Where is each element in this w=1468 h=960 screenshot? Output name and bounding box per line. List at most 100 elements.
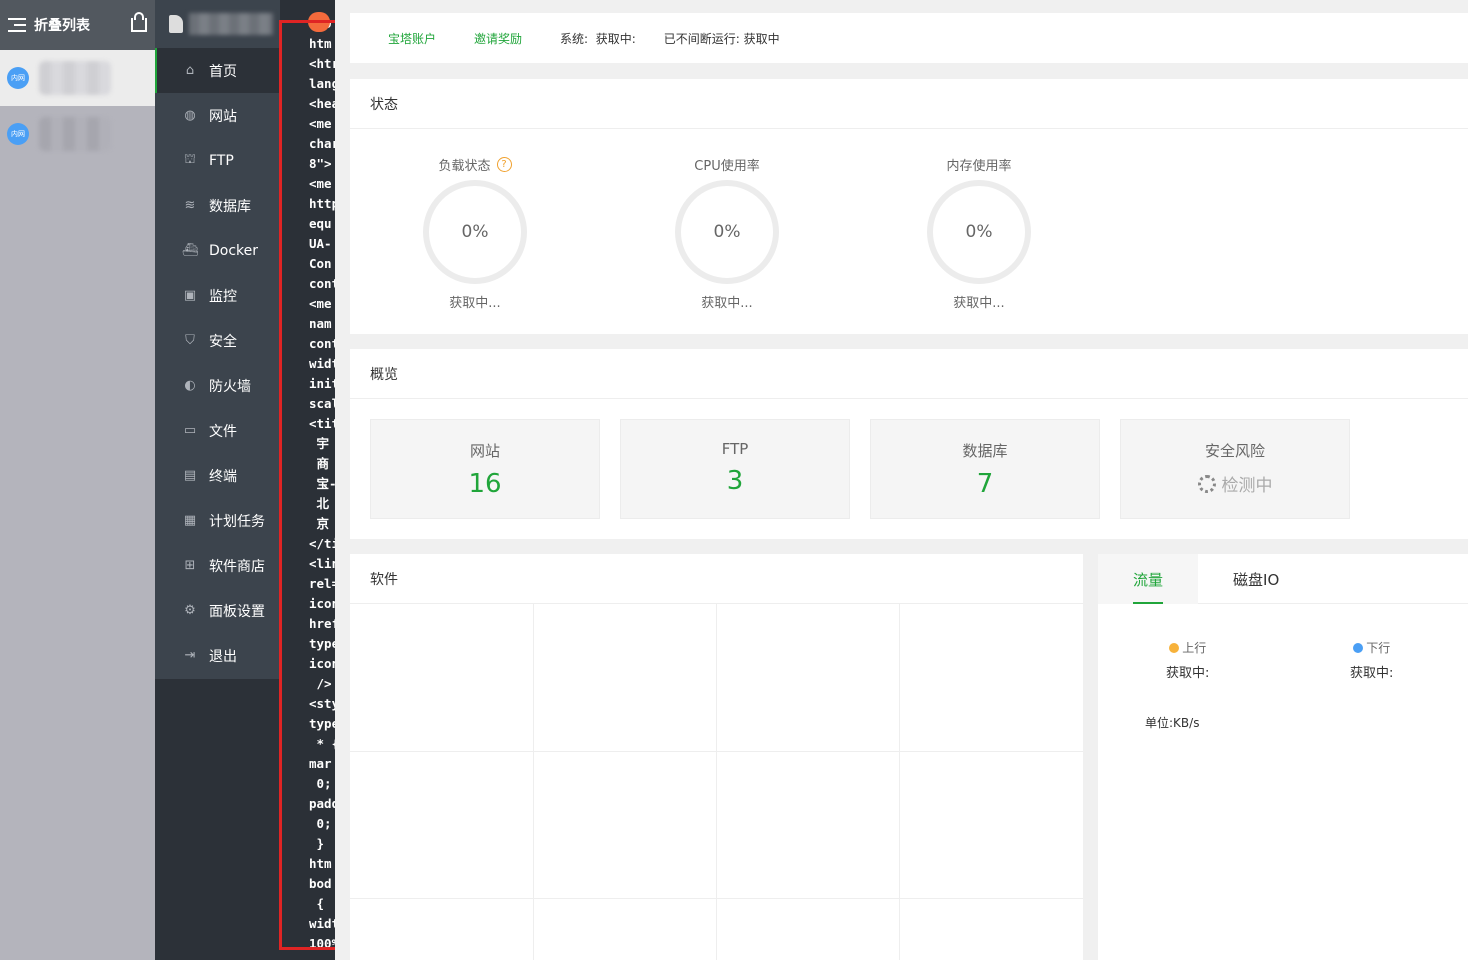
nav-item[interactable]: ⛴ Docker	[155, 228, 280, 273]
overview-card: 概览 网站 16 FTP 3 数据库 7 安全风险 检测中	[350, 349, 1468, 539]
logo-icon	[169, 15, 183, 33]
nav-item[interactable]: ⛫ FTP	[155, 138, 280, 183]
intranet-badge: 内网	[7, 123, 29, 145]
upload-stat: 上行 获取中:	[1166, 641, 1210, 681]
nav-item[interactable]: ▤ 终端	[155, 453, 280, 498]
database-icon: ≋	[184, 198, 196, 213]
basket-icon[interactable]	[131, 12, 147, 32]
gauge-label: CPU使用率	[694, 158, 760, 174]
nav-list: ⌂ 首页 ◍ 网站 ⛫ FTP ≋ 数据库 ⛴ Docker ▣ 监控 ⛉ 安全 ◐ 防火墙 ▭ 文件 ▤ 终端 ▦ 计划…	[155, 48, 280, 678]
gauge-ring: 0%	[927, 180, 1031, 284]
gear-icon: ⚙	[184, 603, 196, 618]
download-stat: 下行 获取中:	[1350, 641, 1394, 681]
gauge-status: 获取中...	[449, 296, 501, 311]
software-card: 软件	[350, 554, 1083, 960]
nav-bottom-fill	[155, 679, 280, 960]
gauge-status: 获取中...	[701, 296, 753, 311]
server-ip-redacted	[189, 13, 273, 35]
collapse-list-button[interactable]: 折叠列表	[34, 15, 131, 35]
system-info: 系统: 获取中:	[560, 31, 636, 46]
invite-reward-link[interactable]: 邀请奖励	[474, 30, 522, 47]
status-card: 状态 负载状态? 0% 获取中... CPU使用率 0% 获取中... 内存使用…	[350, 79, 1468, 334]
overview-ftp[interactable]: FTP 3	[620, 419, 850, 519]
loading-spinner-icon	[1197, 474, 1216, 493]
top-bar: 宝塔账户 邀请奖励 系统: 获取中: 已不间断运行: 获取中	[350, 13, 1468, 63]
nav-item-label: 网站	[209, 108, 237, 125]
nav-item[interactable]: ⇥ 退出	[155, 633, 280, 678]
collapse-icon[interactable]	[8, 18, 26, 32]
software-title: 软件	[350, 554, 1083, 604]
gauge-ring: 0%	[423, 180, 527, 284]
main-content: 宝塔账户 邀请奖励 系统: 获取中: 已不间断运行: 获取中 状态 负载状态? …	[335, 0, 1468, 960]
nav-item-label: 面板设置	[209, 603, 265, 620]
home-icon: ⌂	[185, 63, 195, 78]
overview-security-risk[interactable]: 安全风险 检测中	[1120, 419, 1350, 519]
server-list-header: 折叠列表	[0, 0, 155, 50]
nav-item-label: 监控	[209, 288, 237, 305]
help-icon[interactable]: ?	[496, 156, 512, 172]
server-item[interactable]: 内网	[0, 106, 155, 162]
nav-item[interactable]: ⛉ 安全	[155, 318, 280, 363]
notification-badge	[308, 12, 330, 32]
nav-item[interactable]: ▦ 计划任务	[155, 498, 280, 543]
traffic-tabs: 流量 磁盘IO	[1098, 554, 1468, 604]
nav-item[interactable]: ◐ 防火墙	[155, 363, 280, 408]
tab-disk-io[interactable]: 磁盘IO	[1198, 554, 1314, 604]
nav-item[interactable]: ▣ 监控	[155, 273, 280, 318]
status-title: 状态	[350, 79, 1468, 129]
folder-icon: ▭	[183, 423, 197, 438]
load-gauge[interactable]: 负载状态? 0% 获取中...	[420, 154, 530, 311]
nav-item[interactable]: ⌂ 首页	[155, 48, 280, 93]
gauge-status: 获取中...	[953, 296, 1005, 311]
nav-item[interactable]: ◍ 网站	[155, 93, 280, 138]
server-name-redacted	[39, 117, 111, 151]
nav-item[interactable]: ⚙ 面板设置	[155, 588, 280, 633]
ftp-icon: ⛫	[184, 152, 196, 167]
nav-item-label: 首页	[209, 63, 237, 80]
main-nav-sidebar: ⌂ 首页 ◍ 网站 ⛫ FTP ≋ 数据库 ⛴ Docker ▣ 监控 ⛉ 安全 ◐ 防火墙 ▭ 文件 ▤ 终端 ▦ 计划…	[155, 0, 280, 960]
shield-icon: ⛉	[185, 333, 195, 348]
nav-item[interactable]: ▭ 文件	[155, 408, 280, 453]
terminal-icon: ▤	[183, 468, 197, 483]
calendar-icon: ▦	[183, 513, 197, 528]
bt-account-link[interactable]: 宝塔账户	[388, 30, 436, 47]
gauge-ring: 0%	[675, 180, 779, 284]
server-item[interactable]: 内网	[0, 50, 155, 106]
nav-item-label: 安全	[209, 333, 237, 350]
nav-item[interactable]: ≋ 数据库	[155, 183, 280, 228]
gauge-label: 内存使用率	[946, 158, 1012, 174]
nav-item-label: 数据库	[209, 198, 251, 215]
traffic-card: 流量 磁盘IO 上行 获取中: 下行 获取中: 单位:KB/s	[1098, 554, 1468, 960]
nav-item-label: 终端	[209, 468, 237, 485]
memory-gauge[interactable]: 内存使用率 0% 获取中...	[924, 154, 1034, 311]
raw-html-text: <!D htm <htr lang <hea <me char 8"> <me …	[309, 16, 335, 951]
apps-icon: ⊞	[184, 558, 196, 573]
nav-item-label: 防火墙	[209, 378, 251, 395]
firewall-icon: ◐	[184, 378, 196, 393]
panel-logo	[155, 0, 280, 48]
gauge-label: 负载状态	[438, 158, 491, 174]
monitor-icon: ▣	[183, 288, 197, 303]
nav-item-label: FTP	[209, 152, 234, 169]
download-dot-icon	[1353, 642, 1364, 653]
raw-html-overlay: <!D htm <htr lang <hea <me char 8"> <me …	[280, 0, 335, 960]
tab-traffic[interactable]: 流量	[1098, 554, 1199, 604]
upload-dot-icon	[1169, 642, 1180, 653]
nav-item-label: 计划任务	[209, 513, 265, 530]
server-name-redacted	[39, 61, 111, 95]
cpu-gauge[interactable]: CPU使用率 0% 获取中...	[672, 154, 782, 311]
nav-item-label: 软件商店	[209, 558, 265, 575]
globe-icon: ◍	[184, 108, 196, 123]
overview-title: 概览	[350, 349, 1468, 399]
overview-websites[interactable]: 网站 16	[370, 419, 600, 519]
unit-label: 单位:KB/s	[1145, 716, 1200, 730]
nav-item[interactable]: ⊞ 软件商店	[155, 543, 280, 588]
intranet-badge: 内网	[7, 67, 29, 89]
docker-icon: ⛴	[181, 243, 199, 258]
uptime-info: 已不间断运行: 获取中	[663, 31, 780, 46]
overview-databases[interactable]: 数据库 7	[870, 419, 1100, 519]
nav-item-label: Docker	[209, 242, 259, 259]
nav-item-label: 文件	[209, 423, 237, 440]
software-grid	[350, 604, 1083, 960]
server-list-panel: 折叠列表 内网 内网	[0, 0, 155, 960]
